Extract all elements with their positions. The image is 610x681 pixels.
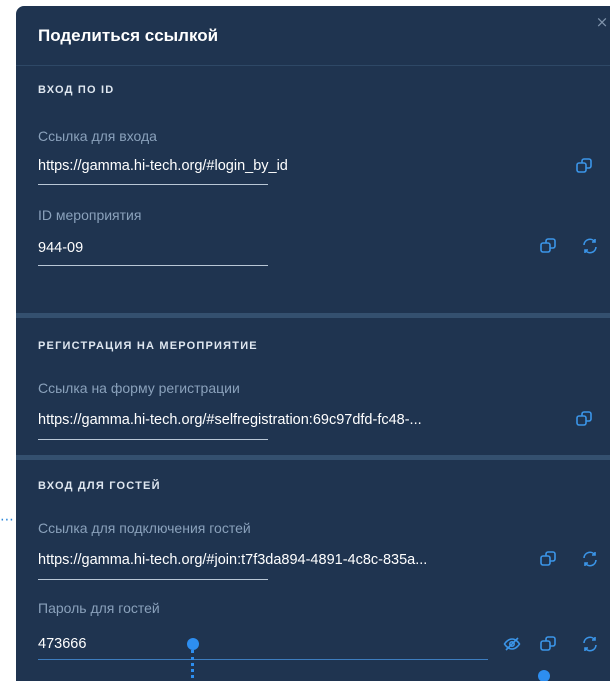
- dialog-title: Поделиться ссылкой: [38, 25, 219, 45]
- background-dots: ⋯: [0, 512, 15, 528]
- guest-password-underline: [38, 659, 488, 660]
- login-link-label: Ссылка для входа: [38, 128, 157, 144]
- refresh-icon[interactable]: [580, 549, 600, 569]
- drag-handle[interactable]: [187, 638, 199, 650]
- login-link-underline: [38, 184, 268, 185]
- section-guest-login: ВХОД ДЛЯ ГОСТЕЙ Ссылка для подключения г…: [16, 460, 610, 681]
- drag-handle-guide: [191, 650, 194, 678]
- guest-password-label: Пароль для гостей: [38, 600, 160, 616]
- close-icon[interactable]: ×: [594, 14, 610, 30]
- copy-icon[interactable]: [538, 634, 558, 654]
- drag-handle[interactable]: [538, 670, 550, 681]
- guest-password-field[interactable]: 473666: [38, 636, 86, 652]
- refresh-icon[interactable]: [580, 236, 600, 256]
- event-id-label: ID мероприятия: [38, 207, 142, 223]
- guest-link-label: Ссылка для подключения гостей: [38, 520, 251, 536]
- section-title-guest-login: ВХОД ДЛЯ ГОСТЕЙ: [38, 480, 161, 492]
- eye-off-icon[interactable]: [502, 634, 522, 654]
- section-title-login-by-id: ВХОД ПО ID: [38, 84, 115, 96]
- copy-icon[interactable]: [538, 236, 558, 256]
- section-registration: РЕГИСТРАЦИЯ НА МЕРОПРИЯТИЕ Ссылка на фор…: [16, 318, 610, 455]
- section-title-registration: РЕГИСТРАЦИЯ НА МЕРОПРИЯТИЕ: [38, 340, 258, 352]
- registration-link-label: Ссылка на форму регистрации: [38, 380, 240, 396]
- event-id-field[interactable]: 944-09: [38, 240, 83, 256]
- event-id-underline: [38, 265, 268, 266]
- refresh-icon[interactable]: [580, 634, 600, 654]
- share-link-dialog: Поделиться ссылкой × ВХОД ПО ID Ссылка д…: [16, 6, 610, 681]
- copy-icon[interactable]: [574, 409, 594, 429]
- guest-link-field[interactable]: https://gamma.hi-tech.org/#join:t7f3da89…: [38, 552, 427, 568]
- login-link-field[interactable]: https://gamma.hi-tech.org/#login_by_id: [38, 158, 288, 174]
- registration-link-field[interactable]: https://gamma.hi-tech.org/#selfregistrat…: [38, 412, 422, 428]
- section-login-by-id: ВХОД ПО ID Ссылка для входа https://gamm…: [16, 66, 610, 313]
- copy-icon[interactable]: [538, 549, 558, 569]
- dialog-header: Поделиться ссылкой ×: [16, 6, 610, 66]
- copy-icon[interactable]: [574, 156, 594, 176]
- registration-link-underline: [38, 439, 268, 440]
- guest-link-underline: [38, 579, 268, 580]
